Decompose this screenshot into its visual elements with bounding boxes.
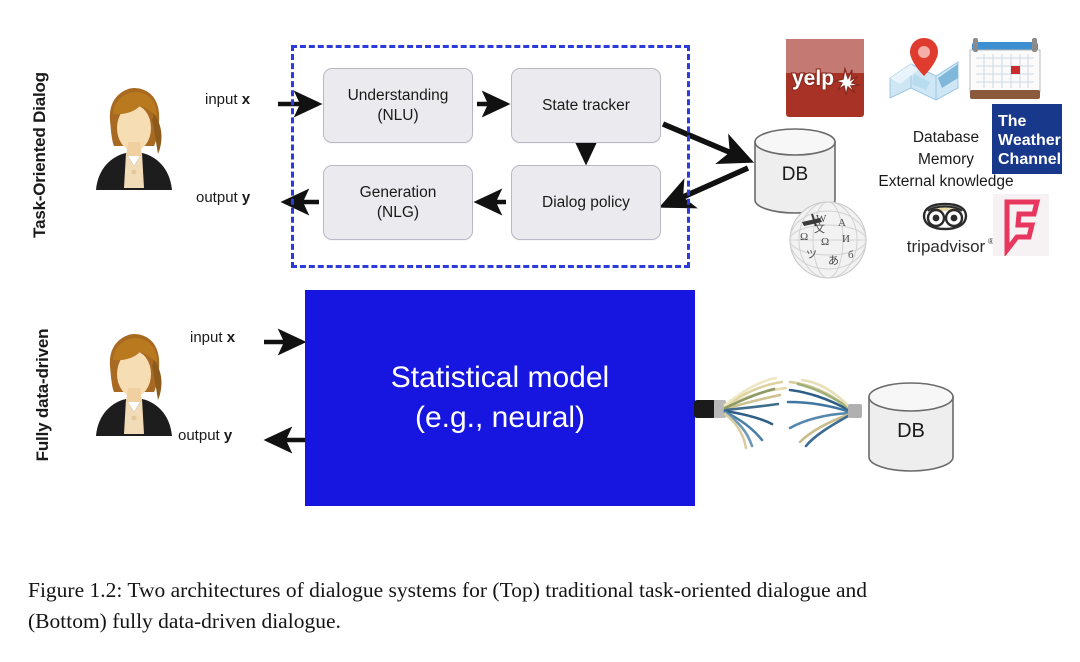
- the-weather-channel-logo: The Weather Channel: [992, 104, 1062, 174]
- svg-text:Ω: Ω: [800, 231, 808, 243]
- row-label-fully-data-driven: Fully data-driven: [33, 328, 52, 462]
- module-generation-line1: Generation: [359, 183, 437, 201]
- module-understanding-line2: (NLU): [377, 106, 419, 124]
- calendar-logo: [969, 38, 1041, 99]
- module-generation-line2: (NLG): [376, 203, 420, 221]
- module-understanding-line1: Understanding: [347, 86, 449, 104]
- input-label-top: input x: [205, 91, 250, 108]
- woman-avatar-icon: [96, 334, 172, 436]
- svg-text:Ω: Ω: [821, 236, 829, 248]
- figure-caption: Figure 1.2: Two architectures of dialogu…: [28, 575, 1058, 636]
- svg-text:б: б: [848, 249, 854, 261]
- wikipedia-globe-logo: WA ΩΩ Иツ あб 文: [789, 201, 867, 279]
- statistical-model-line1: Statistical model: [390, 361, 610, 395]
- row-label-task-oriented-dialog: Task-Oriented Dialog: [30, 72, 49, 238]
- module-dialog-policy-line1: Dialog policy: [542, 193, 630, 211]
- svg-text:A: A: [838, 217, 846, 229]
- output-label-top-text: output: [196, 189, 238, 206]
- input-label-bottom-var: x: [226, 329, 236, 346]
- module-box-generation[interactable]: Generation (NLG): [323, 165, 473, 240]
- input-label-top-var: x: [241, 91, 251, 108]
- tripadvisor-logo-text: tripadvisor: [907, 237, 986, 256]
- knowledge-line-external-knowledge: External knowledge: [878, 173, 1014, 190]
- module-box-dialog-policy[interactable]: Dialog policy: [511, 165, 661, 240]
- output-label-top: output y: [196, 189, 250, 206]
- module-box-understanding[interactable]: Understanding (NLU): [323, 68, 473, 143]
- statistical-model-box[interactable]: Statistical model (e.g., neural): [305, 290, 695, 506]
- tripadvisor-logo: tripadvisor ®: [907, 202, 994, 256]
- woman-avatar-icon: [96, 88, 172, 190]
- module-state-tracker-line1: State tracker: [542, 96, 630, 114]
- maps-logo: [889, 38, 959, 101]
- frayed-network-cable-icon: [694, 376, 862, 450]
- weather-logo-line2: Weather: [998, 132, 1061, 149]
- database-label-top: DB: [782, 164, 808, 185]
- input-label-bottom-text: input: [190, 329, 223, 346]
- svg-text:あ: あ: [828, 254, 839, 267]
- output-label-bottom: output y: [178, 427, 232, 444]
- weather-logo-line3: Channel: [998, 151, 1061, 168]
- input-label-top-text: input: [205, 91, 238, 108]
- weather-logo-line1: The: [998, 113, 1027, 130]
- database-cylinder-icon: DB: [868, 382, 954, 472]
- module-box-state-tracker[interactable]: State tracker: [511, 68, 661, 143]
- svg-text:ツ: ツ: [806, 249, 817, 261]
- foursquare-logo: [993, 194, 1049, 256]
- yelp-logo-text: yelp: [792, 67, 834, 90]
- output-label-bottom-var: y: [223, 427, 233, 444]
- figure-caption-line2: (Bottom) fully data-driven dialogue.: [28, 608, 341, 633]
- figure-caption-line1: Figure 1.2: Two architectures of dialogu…: [28, 578, 868, 602]
- input-label-bottom: input x: [190, 329, 235, 346]
- database-label-bottom: DB: [897, 420, 925, 442]
- output-label-bottom-text: output: [178, 427, 220, 444]
- svg-text:И: И: [842, 233, 850, 245]
- yelp-logo: yelp: [786, 39, 864, 117]
- figure-canvas: Task-Oriented Dialog Fully data-driven i…: [0, 0, 1080, 662]
- output-label-top-var: y: [241, 189, 251, 206]
- statistical-model-line2: (e.g., neural): [414, 401, 586, 434]
